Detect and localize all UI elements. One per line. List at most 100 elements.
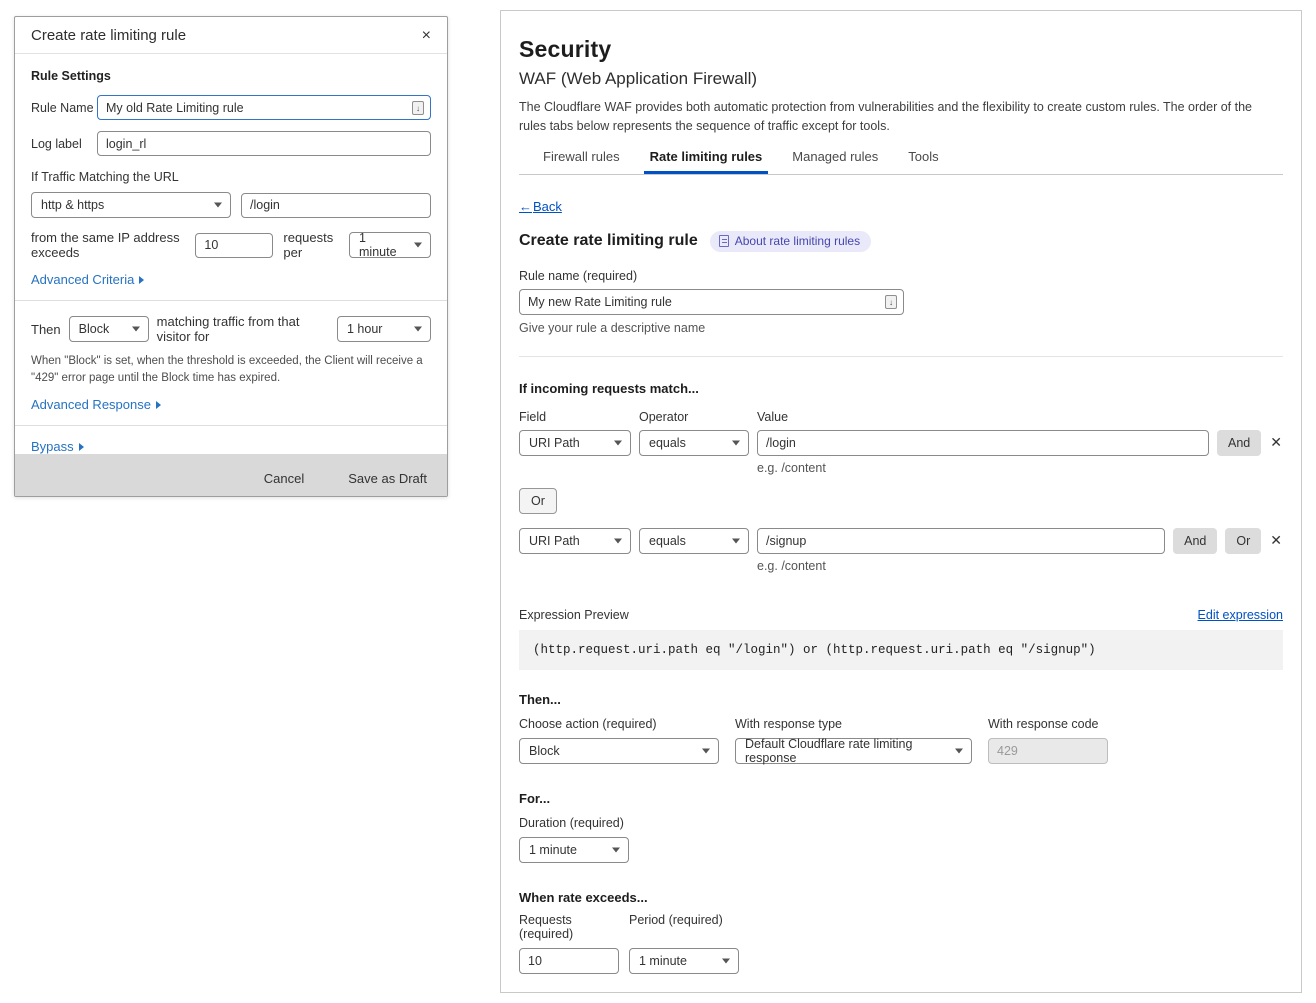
response-type-select[interactable]: Default Cloudflare rate limiting respons…	[735, 738, 972, 764]
choose-action-label: Choose action (required)	[519, 717, 719, 731]
scheme-select[interactable]: http & https	[31, 192, 231, 218]
requests-input[interactable]	[519, 948, 619, 974]
waf-tabs: Firewall rules Rate limiting rules Manag…	[519, 136, 1283, 175]
rule-name-row: Rule Name ↓	[31, 95, 431, 120]
close-icon[interactable]: ×	[422, 28, 431, 44]
requests-per-text: requests per	[283, 230, 339, 260]
dialog-footer: Cancel Save as Draft	[15, 454, 447, 497]
duration-select[interactable]: 1 minute	[519, 837, 629, 863]
period-select-value: 1 minute	[359, 231, 406, 259]
threshold-row: from the same IP address exceeds request…	[31, 230, 431, 260]
doc-icon	[719, 235, 729, 247]
edit-expression-link[interactable]: Edit expression	[1198, 608, 1283, 622]
scheme-select-value: http & https	[41, 198, 104, 212]
duration-value: 1 minute	[529, 843, 577, 857]
condition-row: URI Path equals And Or ✕	[519, 528, 1283, 554]
requests-count-input[interactable]	[195, 233, 273, 258]
response-type-value: Default Cloudflare rate limiting respons…	[745, 737, 947, 765]
back-arrow-icon: ←	[519, 199, 532, 214]
action-select[interactable]: Block	[69, 316, 149, 342]
chevron-down-icon	[614, 440, 622, 445]
or-connector-button[interactable]: Or	[519, 488, 557, 514]
autofill-icon[interactable]: ↓	[885, 295, 897, 309]
block-note: When "Block" is set, when the threshold …	[31, 353, 431, 386]
back-link[interactable]: ← Back	[519, 199, 562, 214]
rate-heading: When rate exceeds...	[519, 890, 1283, 905]
rule-settings-heading: Rule Settings	[31, 69, 431, 83]
remove-condition-icon[interactable]: ✕	[1269, 434, 1283, 451]
caret-right-icon	[79, 443, 84, 451]
chevron-down-icon	[955, 748, 963, 753]
dialog-header: Create rate limiting rule ×	[15, 17, 447, 54]
tab-managed-rules[interactable]: Managed rules	[792, 149, 878, 174]
for-heading: For...	[519, 791, 1283, 806]
field-select-value: URI Path	[529, 534, 580, 548]
page-title: Security	[519, 36, 1283, 63]
log-label: Log label	[31, 137, 97, 151]
value-hint: e.g. /content	[757, 461, 1283, 475]
create-rule-heading: Create rate limiting rule	[519, 232, 698, 250]
field-select[interactable]: URI Path	[519, 528, 631, 554]
page-description: The Cloudflare WAF provides both automat…	[519, 98, 1281, 136]
or-button[interactable]: Or	[1225, 528, 1261, 554]
block-duration-value: 1 hour	[347, 322, 382, 336]
then-label: Then	[31, 322, 61, 337]
bypass-link[interactable]: Bypass	[31, 439, 84, 454]
autofill-icon[interactable]: ↓	[412, 101, 424, 115]
rule-name-input[interactable]	[97, 95, 431, 120]
bypass-label: Bypass	[31, 439, 74, 454]
tab-rate-limiting-rules[interactable]: Rate limiting rules	[644, 149, 769, 174]
caret-right-icon	[139, 276, 144, 284]
operator-select[interactable]: equals	[639, 430, 749, 456]
choose-action-select[interactable]: Block	[519, 738, 719, 764]
advanced-response-link[interactable]: Advanced Response	[31, 397, 161, 412]
operator-select[interactable]: equals	[639, 528, 749, 554]
url-input[interactable]	[241, 193, 431, 218]
rate-controls: 1 minute	[519, 948, 1283, 974]
save-as-draft-button[interactable]: Save as Draft	[348, 471, 427, 486]
value-hint: e.g. /content	[757, 559, 1283, 573]
choose-action-value: Block	[529, 744, 560, 758]
rate-period-select[interactable]: 1 minute	[629, 948, 739, 974]
tab-tools[interactable]: Tools	[908, 149, 938, 174]
divider	[15, 425, 447, 426]
and-button[interactable]: And	[1217, 430, 1261, 456]
expression-header: Expression Preview Edit expression	[519, 608, 1283, 622]
and-button[interactable]: And	[1173, 528, 1217, 554]
value-input[interactable]	[757, 430, 1209, 456]
operator-select-value: equals	[649, 534, 686, 548]
operator-select-value: equals	[649, 436, 686, 450]
expression-code: (http.request.uri.path eq "/login") or (…	[519, 630, 1283, 670]
block-duration-select[interactable]: 1 hour	[337, 316, 431, 342]
advanced-criteria-label: Advanced Criteria	[31, 272, 134, 287]
rule-name-input[interactable]	[519, 289, 904, 315]
back-label: Back	[533, 199, 562, 214]
period-select[interactable]: 1 minute	[349, 232, 431, 258]
response-code-label: With response code	[988, 717, 1108, 731]
advanced-response-label: Advanced Response	[31, 397, 151, 412]
expression-preview-label: Expression Preview	[519, 608, 629, 622]
period-label: Period (required)	[629, 913, 723, 941]
divider	[519, 356, 1283, 357]
field-label: Field	[519, 410, 631, 424]
rule-name-helper: Give your rule a descriptive name	[519, 321, 1283, 335]
exceeds-text: from the same IP address exceeds	[31, 230, 185, 260]
field-select-value: URI Path	[529, 436, 580, 450]
field-select[interactable]: URI Path	[519, 430, 631, 456]
tab-firewall-rules[interactable]: Firewall rules	[543, 149, 620, 174]
value-input[interactable]	[757, 528, 1165, 554]
chevron-down-icon	[614, 538, 622, 543]
url-match-row: http & https	[31, 192, 431, 218]
action-columns: Choose action (required) Block With resp…	[519, 717, 1283, 764]
advanced-criteria-link[interactable]: Advanced Criteria	[31, 272, 144, 287]
about-rate-limiting-badge[interactable]: About rate limiting rules	[710, 231, 871, 252]
log-label-input[interactable]	[97, 131, 431, 156]
about-badge-label: About rate limiting rules	[735, 234, 860, 248]
match-heading: If incoming requests match...	[519, 381, 1283, 396]
value-label: Value	[757, 410, 788, 424]
cancel-button[interactable]: Cancel	[264, 471, 304, 486]
response-code-input	[988, 738, 1108, 764]
rule-name-label: Rule Name	[31, 101, 97, 115]
then-heading: Then...	[519, 692, 1283, 707]
remove-condition-icon[interactable]: ✕	[1269, 532, 1283, 549]
